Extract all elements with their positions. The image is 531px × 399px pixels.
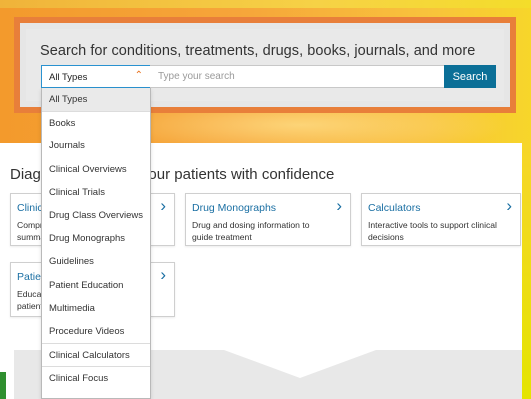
bottom-notch	[224, 350, 376, 378]
search-button[interactable]: Search	[444, 65, 496, 88]
dropdown-item-all-types[interactable]: All Types	[42, 88, 150, 112]
chevron-right-icon: ›	[160, 196, 166, 215]
dropdown-item-drug-monographs[interactable]: Drug Monographs	[42, 227, 150, 250]
chevron-right-icon: ›	[506, 196, 512, 215]
card-description: Drug and dosing information to guide tre…	[192, 219, 342, 243]
card-desc-line: Drug and dosing information to	[192, 220, 310, 230]
card-desc-line: decisions	[368, 232, 404, 242]
card-title: Drug Monographs	[192, 202, 277, 214]
dropdown-item-guidelines[interactable]: Guidelines	[42, 250, 150, 273]
dropdown-item-drug-class-overviews[interactable]: Drug Class Overviews	[42, 204, 150, 227]
card-desc-line: guide treatment	[192, 232, 252, 242]
dropdown-item-clinical-focus[interactable]: Clinical Focus	[42, 366, 150, 389]
card-drug-monographs[interactable]: Drug Monographs Drug and dosing informat…	[185, 193, 351, 246]
dropdown-item-books[interactable]: Books	[42, 111, 150, 134]
type-dropdown-list: All Types Books Journals Clinical Overvi…	[41, 88, 151, 399]
dropdown-item-clinical-overviews[interactable]: Clinical Overviews	[42, 158, 150, 181]
chevron-right-icon: ›	[336, 196, 342, 215]
type-select[interactable]: All Types ⌃	[41, 65, 151, 88]
card-title: Calculators	[368, 202, 421, 214]
card-description: Interactive tools to support clinical de…	[368, 219, 512, 243]
search-title: Search for conditions, treatments, drugs…	[40, 43, 476, 59]
hero-top-strip	[0, 0, 531, 8]
chevron-up-icon: ⌃	[134, 70, 143, 81]
type-select-value: All Types	[49, 72, 88, 83]
chevron-right-icon: ›	[160, 265, 166, 284]
dropdown-item-patient-education[interactable]: Patient Education	[42, 274, 150, 297]
card-calculators[interactable]: Calculators Interactive tools to support…	[361, 193, 521, 246]
search-input[interactable]	[150, 65, 445, 88]
green-edge	[0, 372, 6, 399]
dropdown-item-procedure-videos[interactable]: Procedure Videos	[42, 320, 150, 343]
dropdown-item-clinical-trials[interactable]: Clinical Trials	[42, 181, 150, 204]
dropdown-item-journals[interactable]: Journals	[42, 134, 150, 157]
right-edge-strip	[522, 143, 531, 399]
dropdown-item-multimedia[interactable]: Multimedia	[42, 297, 150, 320]
dropdown-item-clinical-calculators[interactable]: Clinical Calculators	[42, 343, 150, 366]
card-desc-line: Interactive tools to support clinical	[368, 220, 497, 230]
